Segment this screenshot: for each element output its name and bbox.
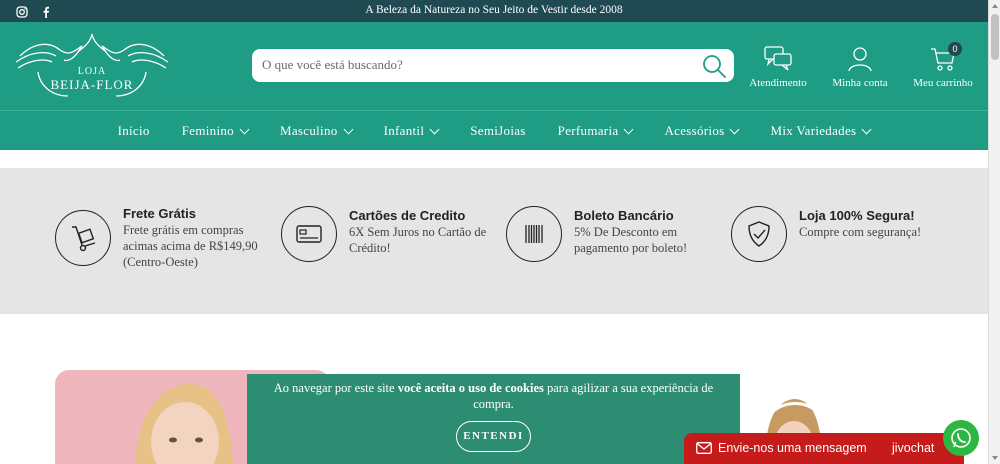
scroll-thumb[interactable] (991, 14, 999, 60)
mail-icon (696, 442, 712, 454)
nav-label: Início (117, 123, 150, 138)
benefit-free-shipping: Frete Grátis Frete grátis em compras aci… (55, 206, 258, 270)
page-scrollbar[interactable] (988, 0, 1000, 464)
search-bar (252, 49, 734, 82)
nav-item-infantil[interactable]: Infantil (368, 123, 455, 139)
benefit-title: Cartões de Credito (349, 208, 466, 223)
cookie-text: Ao navegar por este site você aceita o u… (265, 380, 722, 412)
nav-item-mix-variedades[interactable]: Mix Variedades (754, 123, 886, 139)
accept-cookies-button[interactable]: ENTENDI (456, 421, 531, 452)
chat-brand: jivochat (892, 441, 935, 455)
whatsapp-button[interactable] (943, 420, 979, 456)
header: LOJA BEIJA-FLOR Atendimento Minha conta (0, 22, 988, 110)
cart-label: Meu carrinho (913, 77, 973, 89)
nav-label: Acessórios (664, 123, 725, 138)
nav-item-semijoias[interactable]: SemiJoias (454, 123, 541, 139)
nav-label: Masculino (279, 123, 338, 138)
credit-card-icon (281, 206, 337, 262)
chevron-down-icon (861, 124, 872, 134)
benefit-title: Boleto Bancário (574, 208, 674, 223)
search-input[interactable] (262, 55, 682, 75)
promo-text: A Beleza da Natureza no Seu Jeito de Ves… (365, 4, 623, 16)
cart-link[interactable]: 0 Meu carrinho (903, 42, 983, 89)
hand-truck-icon (55, 210, 111, 266)
scroll-up-icon[interactable] (992, 4, 998, 8)
nav-item-masculino[interactable]: Masculino (264, 123, 368, 139)
barcode-icon (506, 206, 562, 262)
nav-item-acessorios[interactable]: Acessórios (648, 123, 754, 139)
main-nav: Início Feminino Masculino Infantil SemiJ… (0, 110, 988, 150)
chat-message-label: Envie-nos uma mensagem (718, 441, 867, 455)
logo[interactable]: LOJA BEIJA-FLOR (12, 30, 172, 102)
chevron-down-icon (239, 124, 250, 134)
chat-bubbles-icon (764, 46, 792, 71)
cookie-banner: Ao navegar por este site você aceita o u… (247, 374, 740, 464)
account-label: Minha conta (832, 77, 888, 89)
nav-label: Perfumaria (557, 123, 619, 138)
benefit-secure: Loja 100% Segura! Compre com segurança! (731, 206, 939, 262)
search-icon (703, 55, 726, 78)
benefit-desc: 5% De Desconto em pagamento por boleto! (574, 225, 688, 255)
nav-label: SemiJoias (470, 123, 526, 138)
cookie-text-bold: você aceita o uso de cookies (397, 381, 544, 395)
benefit-desc: Compre com segurança! (799, 225, 922, 239)
nav-label: Infantil (383, 123, 425, 138)
benefit-title: Frete Grátis (123, 206, 196, 221)
benefit-desc: 6X Sem Juros no Cartão de Crédito! (349, 225, 487, 255)
shield-check-icon (731, 206, 787, 262)
chevron-down-icon (730, 124, 740, 134)
cart-count-badge: 0 (948, 42, 962, 56)
chevron-down-icon (623, 124, 634, 134)
benefit-credit-cards: Cartões de Credito 6X Sem Juros no Cartã… (281, 206, 491, 262)
benefit-desc: Frete grátis em compras acimas acima de … (123, 223, 258, 269)
logo-line1: LOJA (77, 66, 107, 77)
whatsapp-icon (951, 428, 971, 448)
nav-item-inicio[interactable]: Início (102, 123, 166, 139)
support-label: Atendimento (749, 77, 807, 89)
cookie-text-part: Ao navegar por este site (273, 381, 398, 395)
scroll-down-icon[interactable] (992, 456, 998, 460)
benefits-bar: Frete Grátis Frete grátis em compras aci… (0, 168, 988, 314)
search-button[interactable] (700, 52, 728, 80)
chat-widget[interactable]: Envie-nos uma mensagem jivochat (684, 433, 964, 464)
chevron-down-icon (429, 124, 440, 134)
chevron-down-icon (343, 124, 354, 134)
nav-item-feminino[interactable]: Feminino (166, 123, 264, 139)
logo-line2: BEIJA-FLOR (50, 77, 134, 92)
account-link[interactable]: Minha conta (820, 45, 900, 89)
support-link[interactable]: Atendimento (738, 45, 818, 89)
nav-label: Feminino (181, 123, 234, 138)
nav-label: Mix Variedades (770, 123, 857, 138)
nav-item-perfumaria[interactable]: Perfumaria (542, 123, 649, 139)
top-bar: A Beleza da Natureza no Seu Jeito de Ves… (0, 0, 988, 22)
benefit-boleto: Boleto Bancário 5% De Desconto em pagame… (506, 206, 704, 262)
benefit-title: Loja 100% Segura! (799, 208, 915, 223)
user-icon (848, 47, 872, 72)
